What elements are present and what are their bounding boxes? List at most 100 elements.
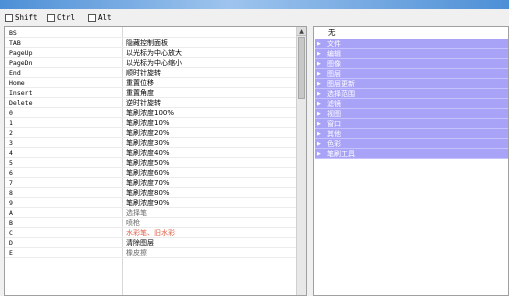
- shortcut-row[interactable]: Insert 重置角度: [5, 88, 297, 98]
- shortcut-action: 隐藏控制面板: [126, 39, 168, 47]
- shortcut-action: 逆时针旋转: [126, 99, 161, 107]
- category-label: 其他: [327, 130, 341, 138]
- shortcut-action: 笔刷浓度60%: [126, 169, 170, 177]
- category-item[interactable]: ▶ 选择范围: [315, 89, 508, 99]
- category-label: 色彩: [327, 140, 341, 148]
- category-label: 文件: [327, 40, 341, 48]
- shortcut-row[interactable]: D 清除图层: [5, 238, 297, 248]
- shortcut-row[interactable]: 4 笔刷浓度40%: [5, 148, 297, 158]
- shortcut-row[interactable]: TAB 隐藏控制面板: [5, 38, 297, 48]
- category-label: 笔刷工具: [327, 150, 355, 158]
- alt-checkbox[interactable]: Alt: [88, 12, 112, 23]
- shift-checkbox[interactable]: Shift: [5, 12, 38, 23]
- shortcut-action: 笔刷浓度10%: [126, 119, 170, 127]
- checkbox-box[interactable]: [5, 13, 13, 22]
- shortcut-action: 清除图层: [126, 239, 154, 247]
- shortcut-action: 笔刷浓度30%: [126, 139, 170, 147]
- triangle-right-icon[interactable]: ▶: [317, 99, 321, 109]
- shortcut-row[interactable]: PageUp 以光标为中心放大: [5, 48, 297, 58]
- shortcut-row[interactable]: E 橡皮擦: [5, 248, 297, 258]
- triangle-right-icon[interactable]: ▶: [317, 139, 321, 149]
- category-item[interactable]: ▶ 文件: [315, 39, 508, 49]
- shortcut-row[interactable]: 3 笔刷浓度30%: [5, 138, 297, 148]
- shortcut-row[interactable]: 9 笔刷浓度90%: [5, 198, 297, 208]
- triangle-right-icon[interactable]: ▶: [317, 119, 321, 129]
- category-label: 图像: [327, 60, 341, 68]
- category-label: 滤镜: [327, 100, 341, 108]
- shortcut-row[interactable]: 5 笔刷浓度50%: [5, 158, 297, 168]
- shortcut-row[interactable]: 2 笔刷浓度20%: [5, 128, 297, 138]
- category-item[interactable]: ▶ 其他: [315, 129, 508, 139]
- modifier-bar: Shift Ctrl Alt: [0, 9, 509, 26]
- triangle-right-icon[interactable]: ▶: [317, 39, 321, 49]
- triangle-right-icon[interactable]: ▶: [317, 69, 321, 79]
- category-item[interactable]: ▶ 窗口: [315, 119, 508, 129]
- shortcut-key: PageDn: [9, 59, 33, 67]
- shortcut-key: B: [9, 219, 13, 227]
- category-item[interactable]: ▶ 图层更新: [315, 79, 508, 89]
- shortcut-key: 9: [9, 199, 13, 207]
- shortcut-key: Insert: [9, 89, 33, 97]
- arrow-up-icon[interactable]: ▲: [297, 27, 306, 36]
- triangle-right-icon[interactable]: ▶: [317, 109, 321, 119]
- shortcut-key: 2: [9, 129, 13, 137]
- checkbox-box[interactable]: [88, 13, 96, 22]
- shortcut-action: 重置位移: [126, 79, 154, 87]
- scrollbar-thumb[interactable]: [298, 37, 305, 99]
- shortcut-row[interactable]: End 顺时针旋转: [5, 68, 297, 78]
- triangle-right-icon[interactable]: ▶: [317, 129, 321, 139]
- shortcut-action: 笔刷浓度100%: [126, 109, 175, 117]
- shortcut-action: 选择笔: [126, 209, 147, 217]
- vertical-scrollbar[interactable]: ▲: [296, 27, 306, 295]
- shortcut-row[interactable]: 7 笔刷浓度70%: [5, 178, 297, 188]
- shortcut-key: D: [9, 239, 13, 247]
- shortcut-key: PageUp: [9, 49, 33, 57]
- shortcut-row[interactable]: 1 笔刷浓度10%: [5, 118, 297, 128]
- alt-label: Alt: [98, 13, 112, 22]
- shortcut-row[interactable]: PageDn 以光标为中心缩小: [5, 58, 297, 68]
- category-item[interactable]: ▶ 图像: [315, 59, 508, 69]
- shortcut-row[interactable]: 8 笔刷浓度80%: [5, 188, 297, 198]
- category-label: 编辑: [327, 50, 341, 58]
- shortcut-list[interactable]: BS TAB 隐藏控制面板 PageUp 以光标为中心放大 PageDn 以光标为中心缩小 E…: [4, 26, 307, 296]
- triangle-right-icon[interactable]: ▶: [317, 49, 321, 59]
- shortcut-row[interactable]: Home 重置位移: [5, 78, 297, 88]
- triangle-right-icon[interactable]: ▶: [317, 89, 321, 99]
- category-item[interactable]: ▶ 编辑: [315, 49, 508, 59]
- shortcut-key: Delete: [9, 99, 33, 107]
- checkbox-box[interactable]: [47, 13, 55, 22]
- shortcut-key: C: [9, 229, 13, 237]
- shortcut-action: 笔刷浓度50%: [126, 159, 170, 167]
- shortcut-action: 笔刷浓度90%: [126, 199, 170, 207]
- shortcut-action: 以光标为中心缩小: [126, 59, 182, 67]
- category-label: 视图: [327, 110, 341, 118]
- shortcut-action: 笔刷浓度70%: [126, 179, 170, 187]
- shortcut-key: 0: [9, 109, 13, 117]
- shortcut-row[interactable]: A 选择笔: [5, 208, 297, 218]
- shortcut-action: 水彩笔、旧水彩: [126, 229, 175, 237]
- triangle-right-icon[interactable]: ▶: [317, 149, 321, 159]
- shortcut-row[interactable]: BS: [5, 28, 297, 38]
- command-category-list[interactable]: 无 ▶ 文件 ▶ 编辑 ▶ 图像 ▶ 图层 ▶ 图层更新 ▶ 选择范围 ▶ 滤镜 ▶ 视图 ▶ 窗口 ▶ 其他 ▶ 色彩 ▶…: [313, 26, 509, 296]
- shortcut-row[interactable]: C 水彩笔、旧水彩: [5, 228, 297, 238]
- category-item[interactable]: ▶ 滤镜: [315, 99, 508, 109]
- shortcut-action: 笔刷浓度80%: [126, 189, 170, 197]
- shortcut-row[interactable]: 0 笔刷浓度100%: [5, 108, 297, 118]
- shortcut-action: 橡皮擦: [126, 249, 147, 257]
- ctrl-label: Ctrl: [57, 13, 76, 22]
- category-item[interactable]: ▶ 图层: [315, 69, 508, 79]
- shortcut-row[interactable]: B 喷枪: [5, 218, 297, 228]
- triangle-right-icon[interactable]: ▶: [317, 59, 321, 69]
- none-item[interactable]: 无: [314, 27, 508, 38]
- category-item[interactable]: ▶ 笔刷工具: [315, 149, 508, 159]
- window-titlebar: [0, 0, 509, 9]
- shortcut-row[interactable]: Delete 逆时针旋转: [5, 98, 297, 108]
- shortcut-key: 4: [9, 149, 13, 157]
- triangle-right-icon[interactable]: ▶: [317, 79, 321, 89]
- category-item[interactable]: ▶ 色彩: [315, 139, 508, 149]
- ctrl-checkbox[interactable]: Ctrl: [47, 12, 75, 23]
- category-item[interactable]: ▶ 视图: [315, 109, 508, 119]
- shortcut-row[interactable]: 6 笔刷浓度60%: [5, 168, 297, 178]
- shortcut-key: 3: [9, 139, 13, 147]
- shortcut-action: 重置角度: [126, 89, 154, 97]
